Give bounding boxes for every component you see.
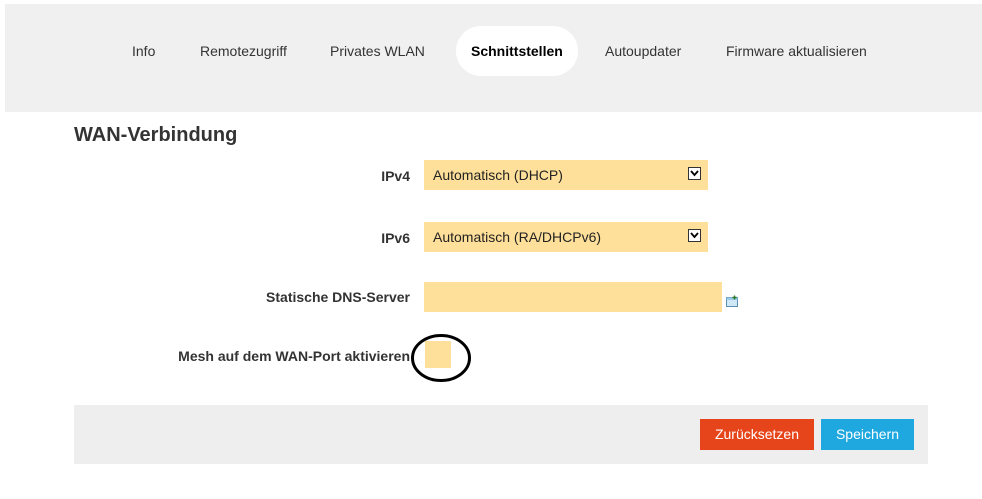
wan-section: WAN-Verbindung IPv4 Automatisch (DHCP) I… xyxy=(5,112,982,493)
ipv4-select[interactable]: Automatisch (DHCP) xyxy=(424,160,708,190)
ipv6-select[interactable]: Automatisch (RA/DHCPv6) xyxy=(424,222,708,252)
mesh-checkbox[interactable] xyxy=(425,341,451,368)
reset-button[interactable]: Zurücksetzen xyxy=(700,419,814,450)
tab-autoupdater[interactable]: Autoupdater xyxy=(605,26,681,76)
page-background: Info Remotezugriff Privates WLAN Schnitt… xyxy=(5,4,982,493)
ipv6-select-value: Automatisch (RA/DHCPv6) xyxy=(433,229,602,245)
chevron-down-icon xyxy=(688,229,701,242)
section-title: WAN-Verbindung xyxy=(74,124,238,146)
dns-input[interactable] xyxy=(424,282,722,312)
ipv4-label: IPv4 xyxy=(381,168,410,184)
ipv4-select-value: Automatisch (DHCP) xyxy=(433,167,563,183)
tab-privates-wlan[interactable]: Privates WLAN xyxy=(330,26,425,76)
tab-info[interactable]: Info xyxy=(132,26,155,76)
chevron-down-icon xyxy=(688,167,701,180)
tab-schnittstellen[interactable]: Schnittstellen xyxy=(456,26,578,76)
tab-firmware-aktualisieren[interactable]: Firmware aktualisieren xyxy=(726,26,867,76)
tab-remotezugriff[interactable]: Remotezugriff xyxy=(200,26,287,76)
tab-bar: Info Remotezugriff Privates WLAN Schnitt… xyxy=(5,26,982,76)
mesh-label: Mesh auf dem WAN-Port aktivieren xyxy=(178,348,410,364)
action-bar: Zurücksetzen Speichern xyxy=(74,405,928,464)
add-entry-icon[interactable] xyxy=(725,295,739,308)
save-button[interactable]: Speichern xyxy=(821,419,914,450)
dns-label: Statische DNS-Server xyxy=(266,289,410,305)
ipv6-label: IPv6 xyxy=(381,230,410,246)
